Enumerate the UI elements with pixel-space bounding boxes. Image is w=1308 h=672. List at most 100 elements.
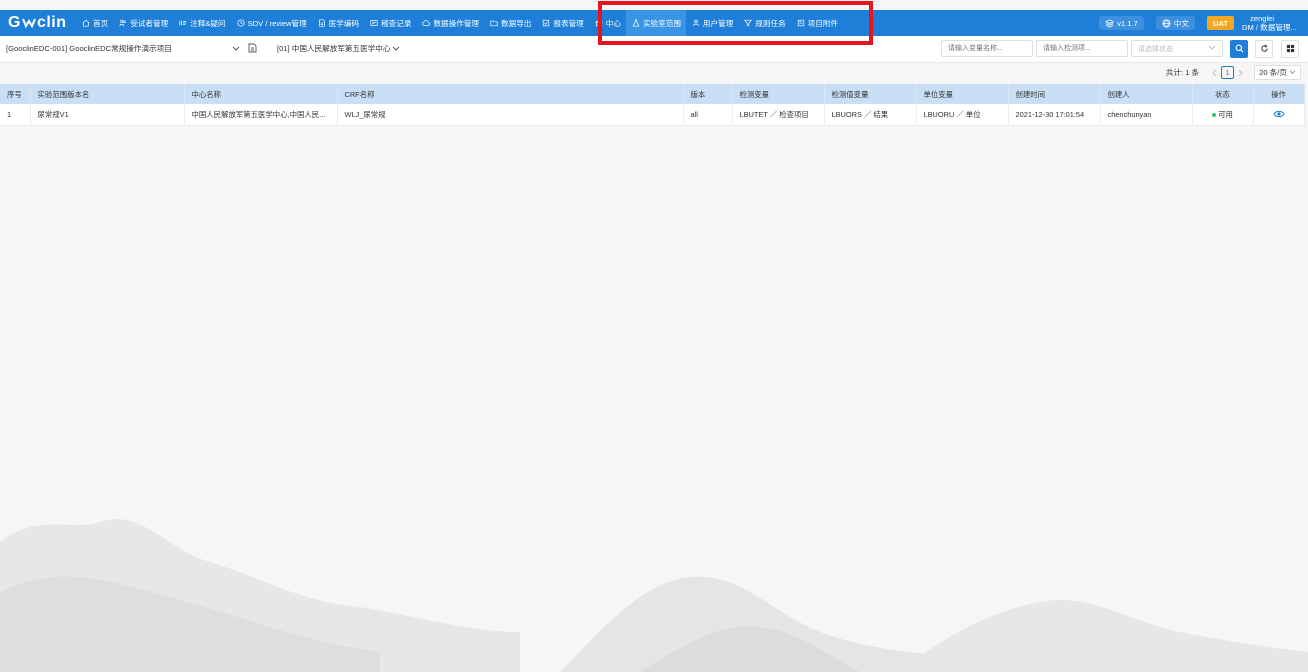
prev-page-icon[interactable] [1211,69,1217,77]
annotation-icon [179,19,187,27]
nav-item-label: 受试者管理 [130,18,169,28]
table-cell: 中国人民解放军第五医学中心,中国人民... [184,104,338,126]
filter-icon [744,19,753,27]
column-header: CRF名称 [337,84,684,104]
nav-item-label: 实验室范围 [642,18,681,28]
nav-item-0[interactable]: 首页 [77,10,114,36]
table-cell: all [683,104,733,126]
main-nav: 首页 受试者管理 注释&疑问 SDV / review管理 医学编码 稽查记录 数据操作管理… [77,10,844,36]
project-select-value: [GooclinEDC-001] GooclinEDC常规操作演示项目 [6,44,172,53]
chevron-down-icon [1208,45,1216,53]
user-role: DM / 数据管理... [1242,23,1297,32]
nav-item-9[interactable]: 中心 [589,10,626,36]
site-select[interactable]: [01] 中国人民解放军第五医学中心 [277,43,400,54]
test-item-search-input[interactable] [1036,40,1128,57]
nav-item-11[interactable]: 用户管理 [686,10,738,36]
version-label: v1.1.7 [1117,18,1138,28]
table-cell: LBUORS ／ 结果 [824,104,917,126]
column-header: 序号 [0,84,31,104]
column-settings-button[interactable] [1281,40,1299,58]
nav-item-label: SDV / review管理 [247,18,307,28]
refresh-button[interactable] [1255,40,1273,58]
user-menu[interactable]: zenglei DM / 数据管理... [1242,14,1308,32]
chevron-down-icon [232,46,240,52]
table-header-row: 序号 实验范围版本名 中心名称 CRF名称 版本 检测变量 检测值变量 单位变量 创建时间 创建人… [0,84,1305,104]
table-body: 1 尿常规V1 中国人民解放军第五医学中心,中国人民... WLJ_尿常规 all LBU… [0,104,1305,126]
flask-icon [632,19,640,27]
nav-item-1[interactable]: 受试者管理 [114,10,174,36]
cloud-icon [422,19,431,27]
page-size-select[interactable]: 20 条/页 [1254,65,1301,80]
next-page-icon[interactable] [1238,69,1244,77]
table-cell: LBUTET ／ 检查项目 [732,104,825,126]
refresh-icon [1260,44,1269,55]
nav-item-4[interactable]: 医学编码 [312,10,364,36]
nav-item-7[interactable]: 数据导出 [485,10,537,36]
top-navigation-bar: G clin 首页 受试者管理 注释&疑问 SDV / review管理 医学编码 稽查记… [0,10,1308,36]
version-badge[interactable]: v1.1.7 [1099,16,1144,30]
status-badge: 可用 [1218,110,1233,119]
logo-text-left: G [8,14,21,31]
environment-badge: UAT [1206,16,1234,30]
nav-item-label: 首页 [93,18,109,28]
nav-item-8[interactable]: 报表管理 [537,10,589,36]
folder-icon [490,19,498,27]
variable-search-input[interactable] [941,40,1033,57]
column-header: 状态 [1192,84,1254,104]
filter-toolbar: [GooclinEDC-001] GooclinEDC常规操作演示项目 [01]… [0,36,1308,63]
page-number-1[interactable]: 1 [1221,66,1235,79]
total-count: 共计: 1 条 [1165,68,1200,77]
nav-item-12[interactable]: 规则任务 [739,10,791,36]
column-header: 操作 [1253,84,1305,104]
column-header: 中心名称 [184,84,338,104]
nav-item-13[interactable]: 项目附件 [791,10,843,36]
column-header: 检测变量 [732,84,825,104]
table-cell: 尿常规V1 [30,104,185,126]
nav-item-3[interactable]: SDV / review管理 [231,10,312,36]
nav-item-5[interactable]: 稽查记录 [365,10,417,36]
table-cell: 1 [0,104,31,126]
attachment-icon [797,19,805,27]
status-cell: 可用 [1192,104,1254,126]
column-header: 实验范围版本名 [30,84,185,104]
nav-item-label: 数据操作管理 [433,18,480,28]
project-info-button[interactable] [248,43,257,55]
language-switch[interactable]: 中文 [1155,16,1195,30]
status-dot-icon [1212,113,1217,118]
column-header: 检测值变量 [824,84,917,104]
table-cell: WLJ_尿常规 [337,104,684,126]
search-button[interactable] [1230,40,1248,58]
user-group-icon [119,19,127,27]
page-size-value: 20 条/页 [1259,68,1287,77]
clock-icon [237,19,245,27]
bank-icon [594,19,603,27]
table-cell: LBUORU ／ 单位 [916,104,1009,126]
nav-item-label: 用户管理 [702,18,734,28]
chevron-down-icon [1289,70,1296,75]
user-name: zenglei [1250,14,1275,23]
search-icon [1235,44,1244,55]
nav-item-10[interactable]: 实验室范围 [626,10,687,36]
background-mountains [0,518,1308,672]
language-label: 中文 [1173,18,1189,28]
project-select[interactable]: [GooclinEDC-001] GooclinEDC常规操作演示项目 [6,43,240,54]
nav-item-2[interactable]: 注释&疑问 [174,10,231,36]
nav-item-label: 报表管理 [553,18,584,28]
document-icon [318,19,326,27]
nav-item-label: 数据导出 [501,18,532,28]
view-eye-icon[interactable] [1272,110,1285,120]
status-select[interactable]: 请选择状态 [1131,40,1223,57]
table-row: 1 尿常规V1 中国人民解放军第五医学中心,中国人民... WLJ_尿常规 all LBU… [0,104,1305,126]
lab-range-table: 序号 实验范围版本名 中心名称 CRF名称 版本 检测变量 检测值变量 单位变量 创建时间 创建人… [0,84,1305,126]
grid-icon [1286,44,1295,55]
nav-item-label: 中心 [605,18,621,28]
nav-item-6[interactable]: 数据操作管理 [417,10,485,36]
app-logo[interactable]: G clin [8,14,67,32]
nav-item-label: 项目附件 [807,18,839,28]
column-header: 创建人 [1100,84,1193,104]
record-icon [370,19,378,27]
pagination: 共计: 1 条 1 20 条/页 [0,62,1308,83]
nav-item-label: 稽查记录 [381,18,412,28]
status-select-placeholder: 请选择状态 [1138,45,1173,53]
logo-text-right: clin [36,14,67,31]
